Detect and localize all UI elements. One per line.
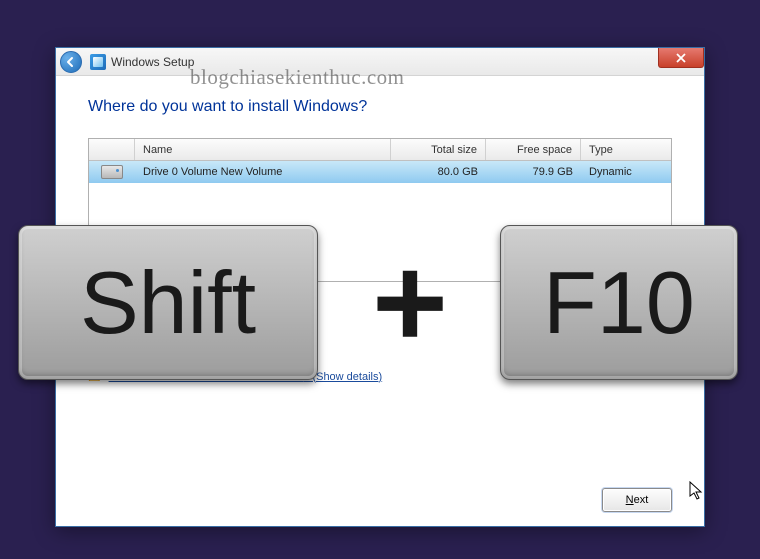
- next-label: Next: [626, 494, 649, 506]
- drive-icon-cell: [89, 165, 135, 179]
- windows-setup-icon: [90, 54, 106, 70]
- column-free-space[interactable]: Free space: [486, 139, 581, 160]
- watermark-text: blogchiasekienthuc.com: [190, 65, 405, 90]
- close-icon: [676, 53, 686, 63]
- column-icon[interactable]: [89, 139, 135, 160]
- column-type[interactable]: Type: [581, 139, 671, 160]
- drive-free: 79.9 GB: [486, 166, 581, 178]
- dialog-footer: Next: [88, 470, 672, 512]
- table-row[interactable]: Drive 0 Volume New Volume 80.0 GB 79.9 G…: [89, 161, 671, 183]
- plus-symbol: +: [350, 232, 470, 372]
- keycap-f10-label: F10: [543, 252, 695, 354]
- keycap-f10: F10: [500, 225, 738, 380]
- table-header: Name Total size Free space Type: [89, 139, 671, 161]
- keycap-shift: Shift: [18, 225, 318, 380]
- keycap-shift-label: Shift: [80, 252, 256, 354]
- window-title: Windows Setup: [111, 55, 194, 69]
- next-button[interactable]: Next: [602, 488, 672, 512]
- drive-total: 80.0 GB: [391, 166, 486, 178]
- column-name[interactable]: Name: [135, 139, 391, 160]
- drive-name: Drive 0 Volume New Volume: [135, 166, 391, 178]
- arrow-left-icon: [65, 56, 77, 68]
- back-button[interactable]: [60, 51, 82, 73]
- close-button[interactable]: [658, 48, 704, 68]
- drive-type: Dynamic: [581, 166, 671, 178]
- page-heading: Where do you want to install Windows?: [88, 98, 672, 116]
- mouse-cursor-icon: [689, 481, 705, 504]
- hard-drive-icon: [101, 165, 123, 179]
- column-total-size[interactable]: Total size: [391, 139, 486, 160]
